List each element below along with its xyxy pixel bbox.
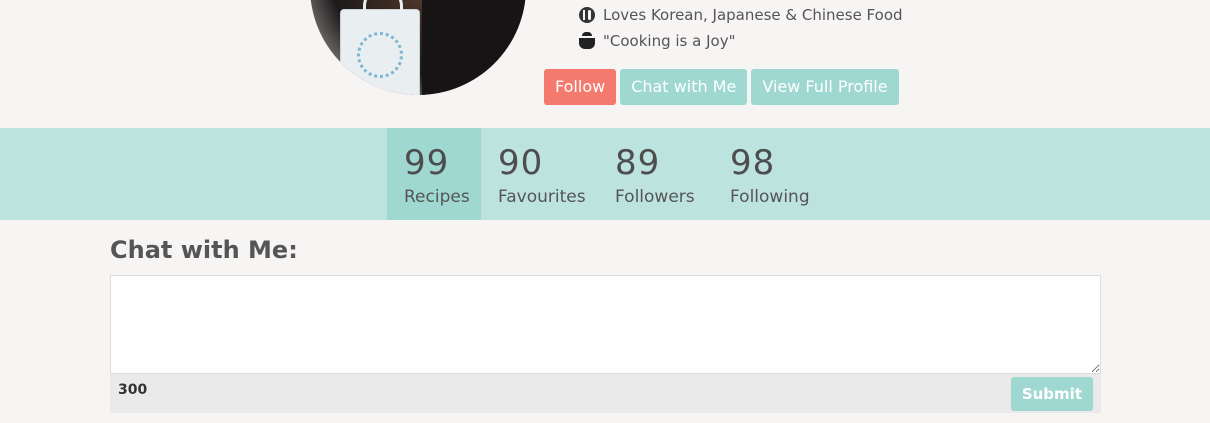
bag-logo	[357, 32, 403, 78]
food-preference-text: Loves Korean, Japanese & Chinese Food	[603, 6, 903, 24]
stat-followers-value: 89	[615, 143, 661, 183]
stat-favourites[interactable]: 90 Favourites	[481, 128, 598, 220]
stat-following[interactable]: 98 Following	[713, 128, 823, 220]
stat-following-value: 98	[730, 143, 776, 183]
chat-heading: Chat with Me:	[110, 236, 298, 264]
view-full-profile-button[interactable]: View Full Profile	[751, 69, 899, 105]
cooking-pot-icon	[579, 31, 595, 49]
char-count: 300	[118, 382, 148, 398]
motto-text: "Cooking is a Joy"	[603, 32, 736, 50]
stat-followers[interactable]: 89 Followers	[598, 128, 713, 220]
stat-recipes-label: Recipes	[404, 187, 470, 207]
avatar-shopping-bag	[340, 0, 420, 95]
profile-header: Loves Korean, Japanese & Chinese Food "C…	[0, 0, 1210, 128]
stat-recipes[interactable]: 99 Recipes	[387, 128, 481, 220]
stat-following-label: Following	[730, 187, 810, 207]
follow-button[interactable]: Follow	[544, 69, 617, 105]
stats-bar: 99 Recipes 90 Favourites 89 Followers 98…	[0, 128, 1210, 220]
stat-recipes-value: 99	[404, 143, 450, 183]
chat-with-me-button[interactable]: Chat with Me	[620, 69, 748, 105]
chat-message-input[interactable]	[110, 275, 1101, 374]
profile-info-food: Loves Korean, Japanese & Chinese Food	[579, 6, 903, 24]
stat-favourites-label: Favourites	[498, 187, 586, 207]
stat-favourites-value: 90	[498, 143, 544, 183]
chat-section: Chat with Me: 300 Submit	[0, 220, 1210, 423]
avatar-clothing	[422, 0, 526, 95]
stat-followers-label: Followers	[615, 187, 695, 207]
utensils-icon	[579, 7, 595, 23]
profile-info-motto: "Cooking is a Joy"	[579, 31, 736, 50]
avatar	[310, 0, 526, 95]
submit-button[interactable]: Submit	[1010, 377, 1093, 411]
chat-footer: 300 Submit	[110, 374, 1101, 413]
profile-actions: Follow Chat with Me View Full Profile	[544, 69, 899, 105]
